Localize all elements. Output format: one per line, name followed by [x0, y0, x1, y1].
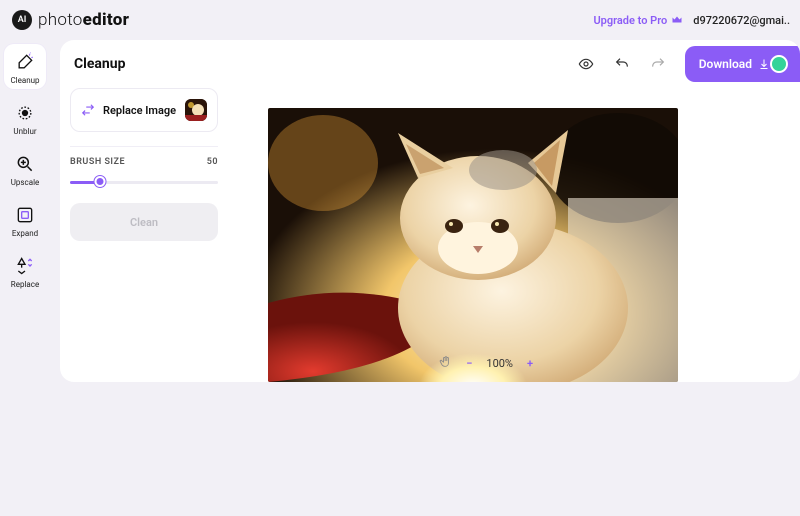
sidebar-item-unblur[interactable]: Unblur [4, 95, 46, 140]
zoom-out-button[interactable]: − [460, 354, 478, 372]
photo-canvas[interactable] [268, 108, 678, 382]
zoom-in-button[interactable]: + [521, 354, 539, 372]
slider-thumb[interactable] [94, 176, 105, 187]
upgrade-link[interactable]: Upgrade to Pro [593, 14, 683, 27]
toolbar-actions: Download [569, 46, 800, 82]
preview-button[interactable] [569, 47, 603, 81]
main-toolbar: Cleanup Download [60, 40, 800, 88]
download-icon [758, 58, 770, 70]
brush-size-control: BRUSH SIZE 50 [70, 146, 218, 189]
main-panel: Cleanup Download [60, 40, 800, 382]
crown-icon [671, 14, 683, 26]
upscale-icon [13, 152, 37, 176]
logo[interactable]: AI photoeditor [12, 10, 129, 30]
expand-icon [13, 203, 37, 227]
eye-icon [578, 56, 594, 72]
redo-button[interactable] [641, 47, 675, 81]
app-body: Cleanup Unblur Upscale Expand Replace [0, 40, 800, 382]
clean-button[interactable]: Clean [70, 203, 218, 241]
sidebar: Cleanup Unblur Upscale Expand Replace [0, 40, 50, 382]
logo-word-photo: photo [38, 10, 83, 30]
logo-text: photoeditor [38, 10, 129, 30]
sidebar-item-replace[interactable]: Replace [4, 248, 46, 293]
user-email[interactable]: d97220672@gmai.. [693, 14, 790, 27]
left-panel: Replace Image BRUSH SIZE 50 [60, 88, 228, 382]
page-title: Cleanup [74, 56, 125, 72]
avatar [770, 55, 788, 73]
cleanup-icon [13, 50, 37, 74]
sidebar-item-label: Upscale [11, 178, 40, 187]
hand-icon [439, 355, 452, 368]
sidebar-item-label: Expand [12, 229, 38, 238]
image-thumbnail [185, 99, 207, 121]
sidebar-item-expand[interactable]: Expand [4, 197, 46, 242]
sidebar-item-label: Cleanup [10, 76, 39, 85]
undo-icon [614, 56, 630, 72]
replace-icon [13, 254, 37, 278]
canvas-area[interactable] [228, 88, 800, 382]
sidebar-item-upscale[interactable]: Upscale [4, 146, 46, 191]
replace-image-label: Replace Image [103, 104, 176, 117]
unblur-icon [13, 101, 37, 125]
logo-word-editor: editor [83, 10, 130, 30]
zoom-level: 100% [486, 357, 513, 370]
redo-icon [650, 56, 666, 72]
replace-left: Replace Image [81, 103, 176, 117]
download-label: Download [699, 57, 752, 71]
undo-button[interactable] [605, 47, 639, 81]
brush-row: BRUSH SIZE 50 [70, 157, 218, 167]
content-row: Replace Image BRUSH SIZE 50 [60, 88, 800, 382]
swap-icon [81, 103, 95, 117]
app-header: AI photoeditor Upgrade to Pro d97220672@… [0, 0, 800, 40]
download-button[interactable]: Download [685, 46, 800, 82]
upgrade-label: Upgrade to Pro [593, 14, 667, 27]
sidebar-item-cleanup[interactable]: Cleanup [4, 44, 46, 89]
replace-image-button[interactable]: Replace Image [70, 88, 218, 132]
brush-size-slider[interactable] [70, 175, 218, 189]
zoom-controls: − 100% + [439, 354, 539, 372]
sidebar-item-label: Unblur [13, 127, 36, 136]
logo-mark: AI [12, 10, 32, 30]
pan-tool[interactable] [439, 355, 452, 371]
brush-size-label: BRUSH SIZE [70, 157, 125, 167]
header-right: Upgrade to Pro d97220672@gmai.. [593, 14, 790, 27]
brush-size-value: 50 [207, 157, 218, 167]
sidebar-item-label: Replace [11, 280, 39, 289]
